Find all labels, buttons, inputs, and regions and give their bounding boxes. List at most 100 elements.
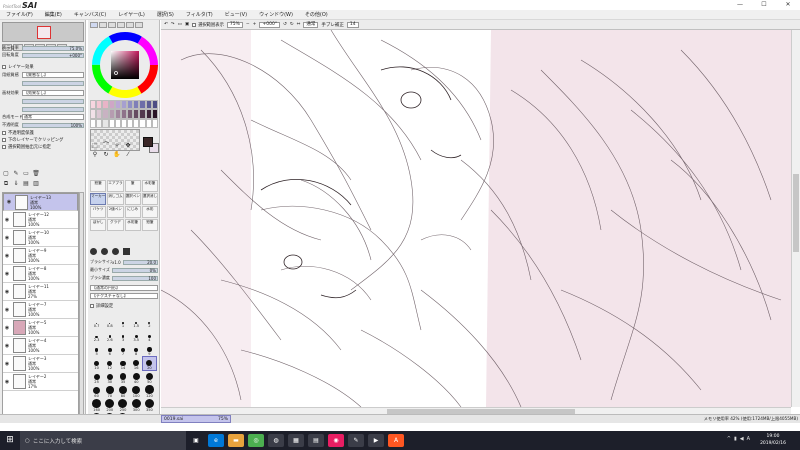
layer-row[interactable]: ◉ レイヤー7 通常 100% [3, 301, 78, 319]
brush-size-preset[interactable]: 6 [103, 343, 116, 356]
visibility-eye-icon[interactable]: ◉ [3, 230, 11, 246]
hand-icon[interactable]: ✋ [112, 151, 122, 159]
protect-opacity-checkbox[interactable] [2, 131, 6, 135]
visibility-eye-icon[interactable]: ◉ [3, 212, 11, 228]
tip-round3-icon[interactable] [112, 248, 119, 255]
visibility-eye-icon[interactable]: ◉ [3, 320, 11, 336]
density-slider[interactable]: 100 [112, 275, 158, 281]
brush-size-preset[interactable]: 250 [116, 399, 129, 412]
illustrator-icon[interactable]: A [388, 434, 404, 447]
foreground-background-color[interactable] [143, 137, 159, 153]
brush-size-preset[interactable]: 16 [130, 357, 143, 370]
invert-select-icon[interactable]: ▣ [185, 22, 189, 27]
tool-button[interactable]: 消しゴム [107, 193, 124, 205]
minimize-button[interactable]: — [728, 0, 752, 10]
hsv-slider-tab-icon[interactable] [108, 22, 116, 28]
tool-button[interactable]: 選択消し [141, 193, 158, 205]
brush-size-preset[interactable]: 0.7 [90, 315, 103, 328]
sai-app-icon[interactable]: ◉ [328, 434, 344, 447]
visibility-eye-icon[interactable]: ◉ [5, 194, 13, 210]
rect-select-icon[interactable]: ⬚ [90, 142, 100, 150]
brush-size-preset[interactable]: 35 [116, 371, 129, 384]
zoom-out-button-icon[interactable]: − [246, 22, 250, 27]
video-editor-icon[interactable]: ▶ [368, 434, 384, 447]
tool-button[interactable]: 水彩筆 [141, 180, 158, 192]
menu-canvas[interactable]: キャンバス(C) [68, 11, 112, 18]
min-size-slider[interactable]: 0% [112, 267, 158, 273]
brush-size-preset[interactable]: 9 [143, 343, 156, 356]
effect-width-slider[interactable] [22, 98, 84, 104]
color-wheel-tab-icon[interactable] [90, 22, 98, 28]
brush-size-preset[interactable]: 50 [143, 371, 156, 384]
brush-size-slider[interactable]: 20.0 [122, 259, 158, 265]
layer-row[interactable]: ◉ レイヤー4 通常 100% [3, 337, 78, 355]
brush-size-preset[interactable]: 200 [103, 399, 116, 412]
tip-round2-icon[interactable] [101, 248, 108, 255]
zoom-tool-icon[interactable]: ⚲ [90, 151, 100, 159]
drawing-canvas[interactable] [161, 30, 791, 407]
brush-size-preset[interactable]: 80 [116, 385, 129, 398]
brush-size-preset[interactable]: 2.3 [90, 329, 103, 342]
brush-size-preset[interactable]: 0.8 [103, 315, 116, 328]
blend-mode-select[interactable]: 通常 [22, 114, 84, 120]
brush-size-preset[interactable]: 20 [141, 356, 157, 371]
texture-strength-slider[interactable] [22, 80, 84, 86]
angle-slider[interactable]: +000° [22, 52, 84, 58]
clear-layer-icon[interactable]: ▤ [22, 180, 30, 188]
brush-size-preset[interactable]: 70 [103, 385, 116, 398]
color-swatch-grid[interactable] [90, 100, 158, 128]
opacity-slider[interactable]: 100% [22, 122, 84, 128]
new-folder-icon[interactable]: ▭ [22, 170, 30, 178]
rotate-ccw-icon[interactable]: ↺ [283, 22, 287, 27]
store-icon[interactable]: ▤ [308, 434, 324, 447]
layer-row[interactable]: ◉ レイヤー10 通常 100% [3, 229, 78, 247]
menu-file[interactable]: ファイル(F) [0, 11, 39, 18]
stabilizer-select[interactable]: 14 [346, 21, 359, 28]
tool-button[interactable]: 筆 [124, 180, 141, 192]
tip-round-icon[interactable] [90, 248, 97, 255]
layer-row[interactable]: ◉ レイヤー13 通常 100% [3, 193, 78, 211]
menu-edit[interactable]: 編集(E) [39, 11, 68, 18]
taskbar-search[interactable]: ○ ここに入力して検索 [20, 431, 186, 450]
copy-layer-icon[interactable]: ⧉ [2, 180, 10, 188]
layer-row[interactable]: ◉ レイヤー8 通常 100% [3, 265, 78, 283]
scratchpad-tab-icon[interactable] [135, 22, 143, 28]
volume-icon[interactable]: ◀ [740, 436, 744, 442]
visibility-eye-icon[interactable]: ◉ [3, 284, 11, 300]
brush-size-preset[interactable]: 12 [103, 357, 116, 370]
chrome-icon[interactable]: ◎ [248, 434, 264, 447]
tool-button[interactable]: バケツ [90, 206, 107, 218]
brush-size-preset[interactable]: 3.5 [130, 329, 143, 342]
visibility-eye-icon[interactable]: ◉ [3, 374, 11, 390]
new-layer-icon[interactable]: ▢ [2, 170, 10, 178]
windows-start-icon[interactable]: ⊞ [0, 431, 20, 450]
trash-icon[interactable]: ▥ [32, 180, 40, 188]
zoom-in-button-icon[interactable]: + [253, 22, 257, 27]
brush-size-preset[interactable]: 10 [90, 357, 103, 370]
brush-size-preset[interactable]: 30 [103, 371, 116, 384]
brush-size-preset[interactable]: 120 [143, 385, 156, 398]
layer-effect-toggle[interactable] [2, 65, 6, 69]
visibility-eye-icon[interactable]: ◉ [3, 248, 11, 264]
close-button[interactable]: ✕ [776, 0, 800, 10]
rotate-tool-icon[interactable]: ↻ [101, 151, 111, 159]
navigator-viewport[interactable] [37, 26, 51, 39]
tool-button-active[interactable]: マーカー [90, 193, 107, 205]
redo-icon[interactable]: ↷ [171, 22, 175, 27]
visibility-eye-icon[interactable]: ◉ [3, 266, 11, 282]
tool-button[interactable]: 選択ペン [124, 193, 141, 205]
menu-other[interactable]: その他(O) [299, 11, 334, 18]
brush-size-preset[interactable]: 3 [116, 329, 129, 342]
swatch-tab-icon[interactable] [126, 22, 134, 28]
brush-size-preset[interactable]: 100 [130, 385, 143, 398]
tool-button[interactable]: ぼかし [90, 219, 107, 231]
tool-button[interactable]: 鉛筆 [141, 219, 158, 231]
tool-button[interactable]: グラデ [107, 219, 124, 231]
brush-size-preset[interactable]: 160 [90, 399, 103, 412]
delete-layer-icon[interactable]: 🗑 [32, 170, 40, 178]
brush-size-preset[interactable]: 5 [90, 343, 103, 356]
brush-size-preset[interactable]: 8 [130, 343, 143, 356]
eyedropper-icon[interactable]: ⁄ [123, 151, 133, 159]
rgb-slider-tab-icon[interactable] [99, 22, 107, 28]
detail-settings-checkbox[interactable] [90, 304, 94, 308]
